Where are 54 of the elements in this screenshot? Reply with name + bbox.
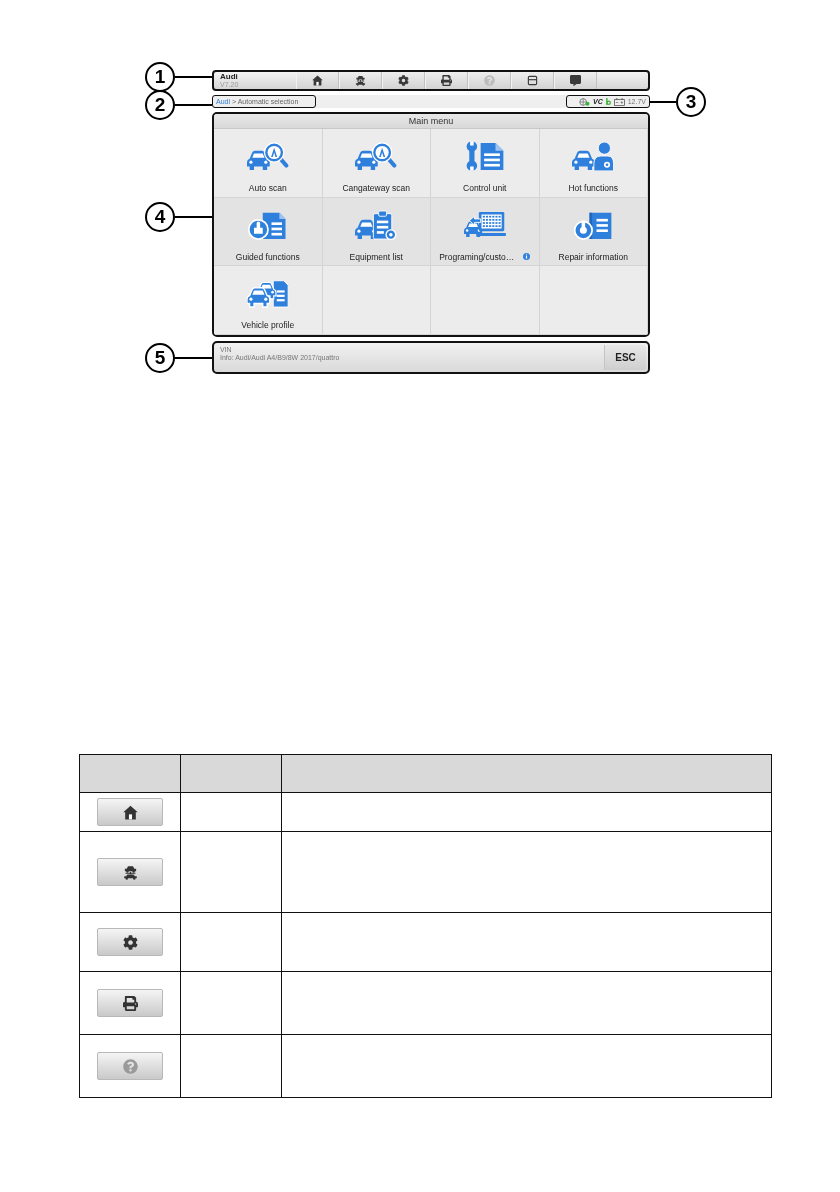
car-lift-icon bbox=[355, 75, 366, 86]
leader-line bbox=[175, 215, 212, 218]
car-scan-icon bbox=[355, 141, 398, 171]
menu-title: Main menu bbox=[214, 114, 648, 129]
callout-number: 1 bbox=[145, 61, 175, 92]
home-icon bbox=[122, 804, 138, 820]
connection-status-icon bbox=[605, 98, 611, 105]
printer-icon bbox=[441, 75, 452, 86]
network-status-icon bbox=[578, 97, 590, 106]
home-icon bbox=[312, 75, 323, 86]
car-lift-button[interactable] bbox=[339, 72, 382, 89]
menu-tile[interactable]: Cangateway scan bbox=[322, 129, 431, 198]
callout-number: 2 bbox=[145, 89, 175, 120]
window-icon bbox=[527, 75, 538, 86]
print-button[interactable] bbox=[97, 989, 163, 1017]
leader-line bbox=[175, 356, 212, 359]
settings-icon bbox=[398, 75, 409, 86]
window-button[interactable] bbox=[511, 72, 554, 89]
menu-tile[interactable]: Programing/custo… bbox=[431, 197, 540, 267]
menu-tile[interactable]: Auto scan bbox=[214, 129, 323, 198]
settings-icon bbox=[122, 934, 138, 950]
settings-button[interactable] bbox=[97, 928, 163, 956]
help-icon bbox=[122, 1058, 138, 1074]
menu-tile[interactable]: Hot functions bbox=[539, 129, 648, 198]
car-lift-icon bbox=[122, 864, 138, 880]
menu-tile[interactable]: Control unit bbox=[431, 129, 540, 198]
info-icon bbox=[523, 253, 531, 261]
leader-line bbox=[175, 75, 212, 78]
car-mechanic-icon bbox=[572, 141, 615, 171]
callout-number: 3 bbox=[676, 86, 706, 117]
print-button[interactable] bbox=[425, 72, 468, 89]
menu-tile[interactable]: Guided functions bbox=[214, 197, 323, 267]
leader-line bbox=[175, 103, 212, 106]
printer-icon bbox=[122, 995, 138, 1011]
menu-tile[interactable]: Vehicle profile bbox=[214, 266, 323, 335]
callout-number: 5 bbox=[145, 342, 175, 373]
help-icon bbox=[484, 75, 495, 86]
vehicle-name: Audi bbox=[220, 72, 238, 81]
menu-tile[interactable]: Equipment list bbox=[322, 197, 431, 267]
home-button[interactable] bbox=[296, 72, 339, 89]
battery-icon bbox=[613, 97, 625, 106]
esc-button[interactable]: ESC bbox=[604, 345, 646, 370]
settings-button[interactable] bbox=[382, 72, 425, 89]
chat-icon bbox=[570, 75, 581, 86]
home-button[interactable] bbox=[97, 798, 163, 826]
car-clipboard-icon bbox=[355, 209, 398, 240]
menu-tile[interactable]: Repair information bbox=[539, 197, 648, 267]
callout-number: 4 bbox=[145, 201, 175, 232]
chat-button[interactable] bbox=[554, 72, 597, 89]
car-monitor-icon bbox=[463, 209, 506, 240]
car-lift-button[interactable] bbox=[97, 858, 163, 886]
leader-line bbox=[650, 100, 676, 103]
cars-document-icon bbox=[246, 278, 289, 309]
car-scan-icon bbox=[246, 141, 289, 171]
